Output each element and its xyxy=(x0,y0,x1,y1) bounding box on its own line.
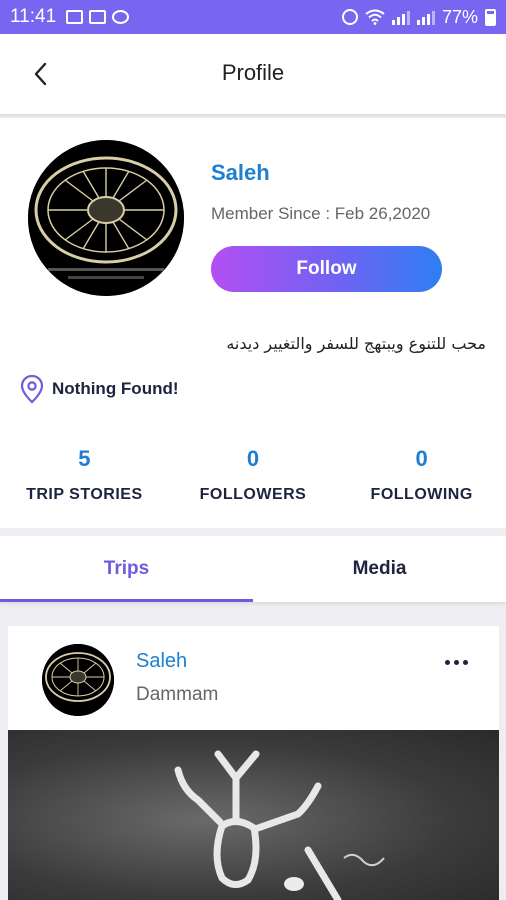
wifi-icon xyxy=(365,9,385,25)
stat-label: FOLLOWERS xyxy=(199,486,307,503)
tab-media[interactable]: Media xyxy=(253,536,506,602)
more-options-button[interactable] xyxy=(441,654,471,670)
page-title: Profile xyxy=(221,60,285,85)
more-dot-icon xyxy=(462,659,468,665)
stat-label: TRIP STORIES xyxy=(26,486,143,503)
post-avatar-image xyxy=(42,644,114,716)
battery-percent: 77% xyxy=(441,6,478,27)
post-avatar[interactable] xyxy=(42,644,114,716)
stat-label: FOLLOWING xyxy=(370,486,473,503)
profile-name[interactable]: Saleh xyxy=(211,160,270,186)
status-time: 11:41 xyxy=(10,6,57,27)
location-text: Nothing Found! xyxy=(52,379,179,398)
status-right: 77% xyxy=(341,6,496,28)
follow-button[interactable]: Follow xyxy=(211,246,442,292)
signal-icon-2 xyxy=(416,9,435,25)
stat-followers[interactable]: 0 FOLLOWERS xyxy=(169,446,338,504)
stat-value: 5 xyxy=(78,446,91,471)
avatar-emblem-image xyxy=(28,140,184,296)
stat-trip-stories[interactable]: 5 TRIP STORIES xyxy=(0,446,169,504)
tab-trips[interactable]: Trips xyxy=(0,536,253,602)
post-location: Dammam xyxy=(136,684,219,705)
location-pin-icon xyxy=(20,374,44,404)
app-bar: Profile xyxy=(0,34,506,114)
post-user-name[interactable]: Saleh xyxy=(136,650,187,673)
profile-section: Saleh Member Since : Feb 26,2020 Follow … xyxy=(0,118,506,528)
stats-row: 5 TRIP STORIES 0 FOLLOWERS 0 FOLLOWING xyxy=(0,446,506,504)
stat-value: 0 xyxy=(415,446,428,471)
post-photo[interactable] xyxy=(8,730,499,900)
whatsapp-icon xyxy=(112,10,130,24)
rock-petroglyph-image xyxy=(174,750,385,900)
profile-tabs: Trips Media xyxy=(0,536,506,602)
alarm-icon xyxy=(341,9,358,25)
profile-bio: محب للتنوع ويبتهج للسفر والتغيير ديدنه xyxy=(226,334,486,353)
gallery-icon xyxy=(66,10,84,24)
trip-post-card[interactable]: Saleh Dammam xyxy=(8,626,499,900)
member-since: Member Since : Feb 26,2020 xyxy=(211,204,431,223)
stat-value: 0 xyxy=(246,446,260,471)
profile-location: Nothing Found! xyxy=(20,374,179,404)
more-dot-icon xyxy=(444,659,450,665)
notification-icons xyxy=(66,10,130,24)
profile-avatar[interactable] xyxy=(28,140,184,296)
stat-following[interactable]: 0 FOLLOWING xyxy=(337,446,506,504)
battery-icon xyxy=(485,8,496,26)
more-dot-icon xyxy=(453,659,459,665)
status-bar: 11:41 77% xyxy=(0,0,506,34)
signal-icon-1 xyxy=(391,9,410,25)
laptop-icon xyxy=(89,10,107,24)
